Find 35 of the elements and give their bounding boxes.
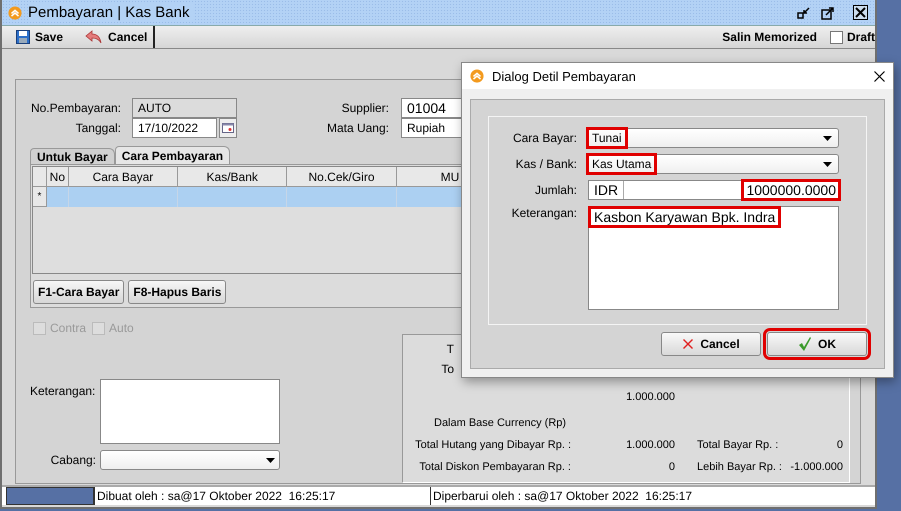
total-value: 1.000.000 — [626, 439, 675, 451]
section-heading: Dalam Base Currency (Rp) — [433, 416, 566, 431]
total-value: -1.000.000 — [790, 460, 843, 475]
window-title: Pembayaran | Kas Bank — [28, 4, 194, 21]
total-label: Total Diskon Pembayaran Rp. : — [419, 461, 571, 473]
total-label: Lebih Bayar Rp. : — [697, 460, 782, 475]
option-label: Auto — [109, 321, 134, 335]
field-label: Tanggal: — [74, 121, 121, 135]
totals-label: To — [441, 362, 454, 376]
field-label: Mata Uang: — [326, 121, 389, 135]
total-label: Total Hutang yang Dibayar Rp. : — [415, 439, 571, 451]
field-label: Kas / Bank: — [514, 157, 577, 171]
field-label: Jumlah: — [534, 183, 577, 197]
field-label: No.Pembayaran: — [30, 101, 121, 115]
field-label: Cabang: — [50, 453, 96, 467]
field-label: Keterangan: — [510, 206, 577, 220]
field-label: Keterangan: — [30, 384, 96, 400]
selected-value: Tunai — [589, 130, 625, 146]
currency-code: IDR — [589, 181, 624, 199]
total-value: 0 — [836, 438, 843, 453]
draft-label: Draft — [846, 30, 875, 44]
notes-text: Kasbon Karyawan Bpk. Indra — [591, 209, 778, 225]
field-label: Supplier: — [340, 101, 389, 115]
dialog-title: Dialog Detil Pembayaran — [492, 68, 636, 84]
status-text: Diperbarui oleh : sa@17 Oktober 2022 16:25:17 — [430, 487, 766, 505]
status-text: Dibuat oleh : sa@17 Oktober 2022 16:25:17 — [94, 487, 430, 505]
total-label: Total Bayar Rp. : — [697, 438, 778, 453]
selected-value: Kas Utama — [589, 156, 654, 172]
amount-value: 1000000.0000 — [744, 182, 838, 198]
field-label: Cara Bayar: — [512, 131, 577, 145]
option-label: Contra — [50, 321, 86, 335]
totals-label: T — [446, 342, 454, 356]
new-row-marker: * — [33, 187, 47, 207]
total-value: 1.000.000 — [625, 390, 675, 405]
total-value: 0 — [668, 461, 675, 473]
